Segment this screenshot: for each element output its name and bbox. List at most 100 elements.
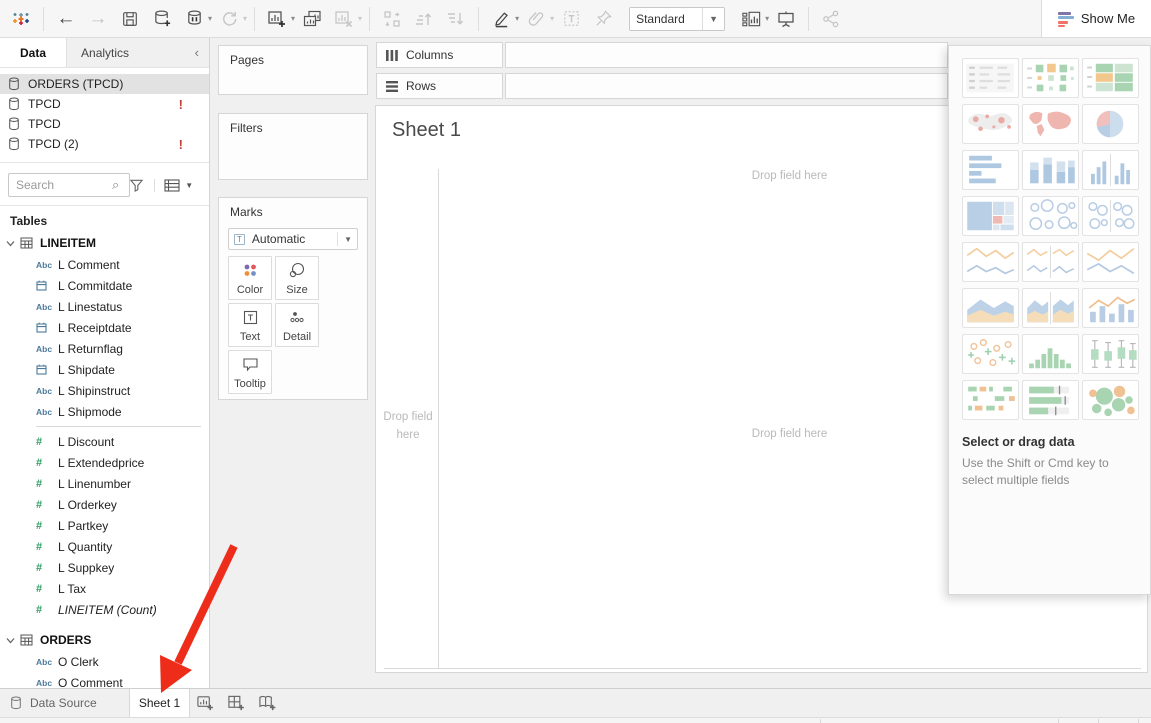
size-button[interactable]: Size — [275, 256, 319, 300]
color-button[interactable]: Color — [228, 256, 272, 300]
showme-dual-lines[interactable] — [1082, 242, 1139, 282]
datasource-item[interactable]: TPCD — [0, 114, 209, 134]
undo-icon[interactable]: ← — [53, 5, 79, 33]
tab-sheet-1[interactable]: Sheet 1 — [130, 689, 190, 717]
fit-selector[interactable]: Standard ▼ — [629, 7, 725, 31]
highlight-caret-icon[interactable]: ▾ — [515, 14, 519, 23]
showme-continuous-area[interactable] — [962, 288, 1019, 328]
showme-side-by-side-circles[interactable] — [1082, 196, 1139, 236]
mark-type-dropdown[interactable]: T Automatic ▼ — [228, 228, 358, 250]
showme-circle-views[interactable] — [1022, 196, 1079, 236]
showme-packed-bubbles[interactable] — [1082, 380, 1139, 420]
filter-fields-icon[interactable] — [129, 178, 144, 192]
field-item[interactable]: # L Orderkey — [0, 494, 209, 515]
field-item[interactable]: # L Quantity — [0, 536, 209, 557]
share-icon[interactable] — [818, 5, 844, 33]
filters-card[interactable]: Filters — [218, 113, 368, 180]
sort-ascending-icon[interactable] — [411, 5, 437, 33]
swap-rows-columns-icon[interactable] — [379, 5, 405, 33]
table-group-header[interactable]: LINEITEM — [0, 232, 209, 254]
field-item[interactable]: # L Suppkey — [0, 557, 209, 578]
showme-box-and-whisker[interactable] — [1082, 334, 1139, 374]
field-item[interactable]: Abc L Returnflag — [0, 338, 209, 359]
tableau-logo-icon[interactable] — [8, 5, 34, 33]
showme-dual-combination[interactable] — [1082, 288, 1139, 328]
datasource-item[interactable]: TPCD! — [0, 94, 209, 114]
showme-discrete-area[interactable] — [1022, 288, 1079, 328]
clear-sheet-caret-icon[interactable]: ▾ — [358, 14, 362, 23]
rows-shelf[interactable] — [505, 73, 948, 99]
pages-card[interactable]: Pages — [218, 45, 368, 95]
new-dashboard-tab-icon[interactable] — [221, 689, 252, 717]
showme-histogram[interactable] — [1022, 334, 1079, 374]
showme-discrete-lines[interactable] — [1022, 242, 1079, 282]
fix-axes-icon[interactable] — [590, 5, 616, 33]
field-item[interactable]: Abc L Shipmode — [0, 401, 209, 422]
field-item[interactable]: # LINEITEM (Count) — [0, 599, 209, 620]
showme-side-by-side-bars[interactable] — [1082, 150, 1139, 190]
tab-data-source[interactable]: Data Source — [0, 689, 130, 717]
table-group-header[interactable]: ORDERS — [0, 629, 209, 651]
showme-stacked-bars[interactable] — [1022, 150, 1079, 190]
showme-bullet-graph[interactable] — [1022, 380, 1079, 420]
showme-text-table[interactable] — [962, 58, 1019, 98]
new-data-source-icon[interactable] — [149, 5, 175, 33]
showme-scatter-plot[interactable] — [962, 334, 1019, 374]
highlight-icon[interactable] — [488, 5, 514, 33]
showme-highlight-table[interactable] — [1082, 58, 1139, 98]
datasource-item[interactable]: ORDERS (TPCD) — [0, 74, 209, 94]
columns-shelf[interactable] — [505, 42, 948, 68]
showme-treemap[interactable] — [962, 196, 1019, 236]
refresh-icon[interactable] — [216, 5, 242, 33]
field-item[interactable]: L Receiptdate — [0, 317, 209, 338]
field-item[interactable]: Abc L Linestatus — [0, 296, 209, 317]
showme-heat-map[interactable] — [1022, 58, 1079, 98]
save-icon[interactable] — [117, 5, 143, 33]
refresh-caret-icon[interactable]: ▾ — [243, 14, 247, 23]
field-item[interactable]: # L Linenumber — [0, 473, 209, 494]
new-story-tab-icon[interactable] — [252, 689, 283, 717]
duplicate-sheet-icon[interactable] — [299, 5, 325, 33]
showme-horizontal-bars[interactable] — [962, 150, 1019, 190]
field-item[interactable]: # L Discount — [0, 431, 209, 452]
showme-symbol-map[interactable] — [962, 104, 1019, 144]
field-item[interactable]: Abc O Clerk — [0, 651, 209, 672]
field-item[interactable]: Abc L Comment — [0, 254, 209, 275]
showme-continuous-lines[interactable] — [962, 242, 1019, 282]
redo-icon[interactable]: → — [85, 5, 111, 33]
field-item[interactable]: Abc O Comment — [0, 672, 209, 688]
pause-updates-caret-icon[interactable]: ▾ — [208, 14, 212, 23]
group-members-icon[interactable] — [523, 5, 549, 33]
showme-pie-chart[interactable] — [1082, 104, 1139, 144]
presentation-mode-icon[interactable] — [773, 5, 799, 33]
detail-button[interactable]: Detail — [275, 303, 319, 347]
sort-descending-icon[interactable] — [443, 5, 469, 33]
collapse-pane-icon[interactable]: ‹ — [185, 38, 209, 67]
new-worksheet-icon[interactable] — [264, 5, 290, 33]
showme-gantt[interactable] — [962, 380, 1019, 420]
tooltip-button[interactable]: Tooltip — [228, 350, 272, 394]
showme-filled-map[interactable] — [1022, 104, 1079, 144]
field-item[interactable]: Abc L Shipinstruct — [0, 380, 209, 401]
new-worksheet-tab-icon[interactable] — [190, 689, 221, 717]
datasource-item[interactable]: TPCD (2)! — [0, 134, 209, 154]
field-item[interactable]: L Commitdate — [0, 275, 209, 296]
search-input[interactable] — [8, 173, 130, 197]
text-button[interactable]: Text — [228, 303, 272, 347]
tab-analytics[interactable]: Analytics — [67, 38, 143, 67]
tab-data[interactable]: Data — [0, 38, 67, 67]
field-item[interactable]: # L Extendedprice — [0, 452, 209, 473]
field-item[interactable]: L Shipdate — [0, 359, 209, 380]
pause-auto-updates-icon[interactable] — [181, 5, 207, 33]
field-item[interactable]: # L Partkey — [0, 515, 209, 536]
show-me-button[interactable]: Show Me — [1041, 0, 1151, 38]
mark-labels-caret-icon[interactable]: ▾ — [765, 14, 769, 23]
new-sheet-caret-icon[interactable]: ▾ — [291, 14, 295, 23]
show-mark-labels-toolbar-icon[interactable] — [738, 5, 764, 33]
clear-sheet-icon[interactable] — [331, 5, 357, 33]
drop-zone-left[interactable]: Drop field here — [382, 409, 434, 445]
field-item[interactable]: # L Tax — [0, 578, 209, 599]
show-mark-labels-icon[interactable] — [558, 5, 584, 33]
view-options-icon[interactable]: ▼ — [154, 179, 193, 192]
group-caret-icon[interactable]: ▾ — [550, 14, 554, 23]
